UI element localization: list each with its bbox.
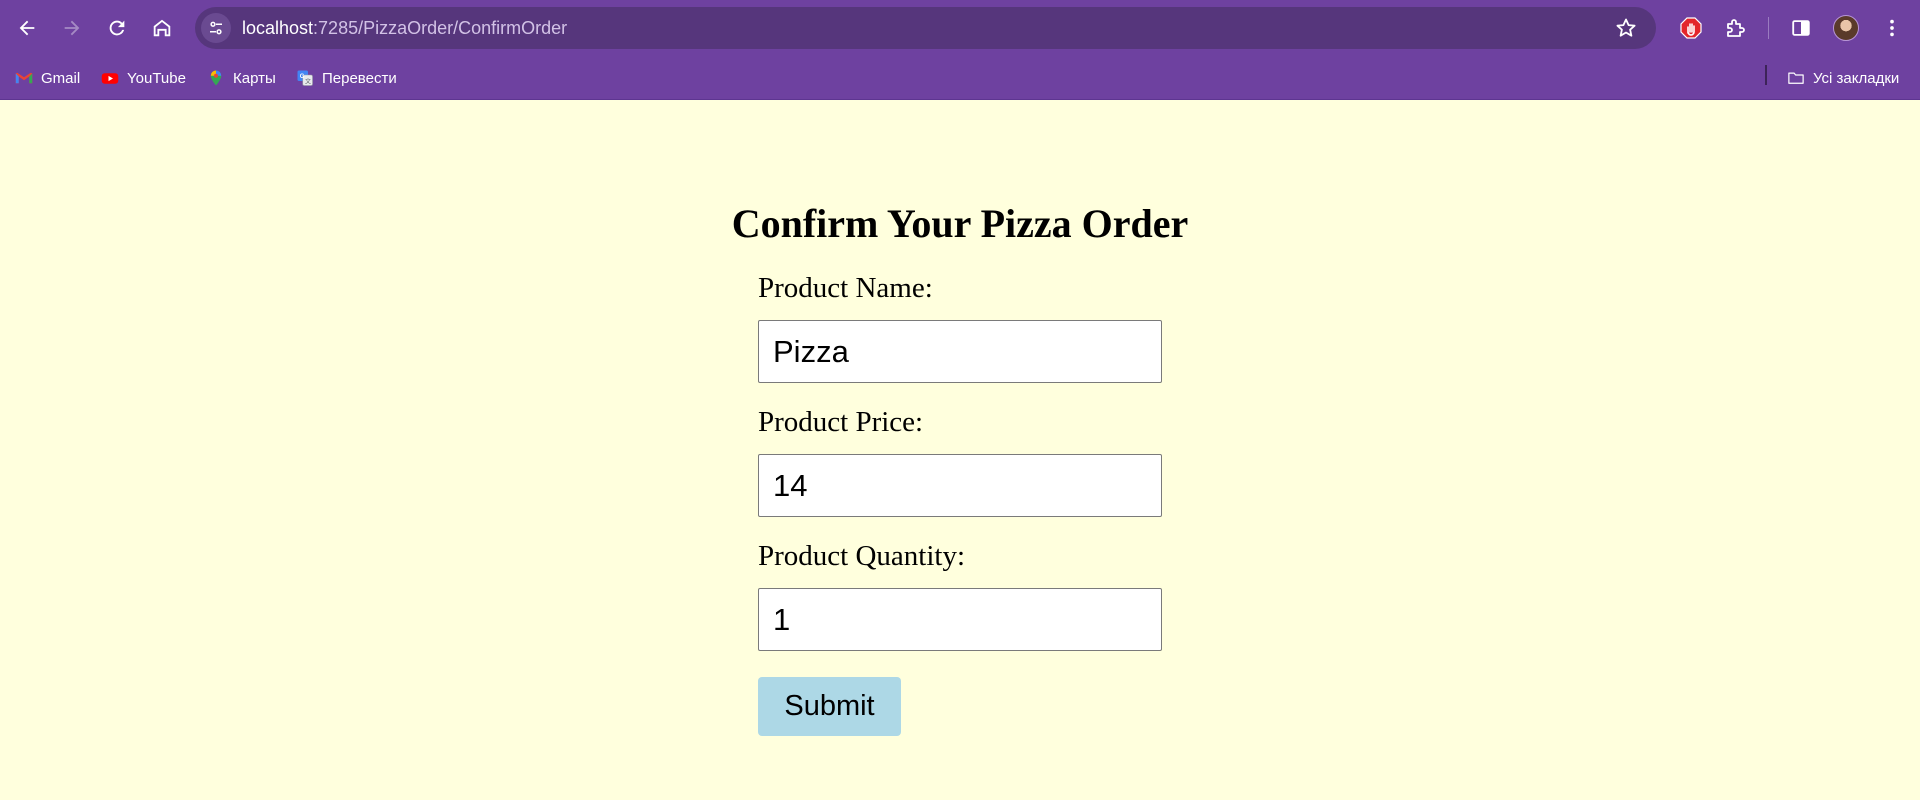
svg-text:G: G <box>300 74 305 80</box>
product-name-label: Product Name: <box>758 272 933 304</box>
home-icon <box>153 19 171 37</box>
url-text[interactable]: localhost:7285/PizzaOrder/ConfirmOrder <box>242 7 567 49</box>
back-button[interactable] <box>11 12 43 44</box>
address-bar[interactable]: localhost:7285/PizzaOrder/ConfirmOrder <box>195 7 1656 49</box>
bookmark-gmail[interactable]: Gmail <box>15 56 80 100</box>
bookmark-translate[interactable]: G 文 Перевести <box>296 56 397 100</box>
page-content: Confirm Your Pizza Order Product Name: P… <box>0 100 1920 800</box>
bookmark-label: Карты <box>233 69 276 87</box>
bookmark-maps[interactable]: Карты <box>207 56 276 100</box>
browser-toolbar: localhost:7285/PizzaOrder/ConfirmOrder <box>0 0 1920 56</box>
tune-icon <box>210 21 222 35</box>
all-bookmarks-label: Усі закладки <box>1813 69 1900 87</box>
toolbar-separator <box>1768 17 1769 39</box>
bookmark-youtube[interactable]: YouTube <box>101 56 186 100</box>
adblock-extension-button[interactable] <box>1677 14 1705 42</box>
product-price-label: Product Price: <box>758 406 924 438</box>
reload-icon <box>109 20 125 36</box>
browser-menu-button[interactable] <box>1878 14 1906 42</box>
side-panel-icon <box>1792 20 1810 36</box>
translate-icon: G 文 <box>296 69 314 87</box>
product-quantity-label: Product Quantity: <box>758 540 966 572</box>
bookmarks-bar: Gmail YouTube Карты G 文 Перевести Усі за… <box>0 56 1920 100</box>
page-title: Confirm Your Pizza Order <box>731 201 1189 246</box>
youtube-icon <box>101 69 119 87</box>
hand-stop-icon <box>1680 17 1702 39</box>
bookmark-label: YouTube <box>127 69 186 87</box>
url-path: :7285/PizzaOrder/ConfirmOrder <box>313 18 568 38</box>
url-host: localhost <box>242 18 314 38</box>
arrow-left-icon <box>19 20 35 36</box>
maps-icon <box>207 69 225 87</box>
bookmark-label: Перевести <box>322 69 397 87</box>
submit-button[interactable]: Submit <box>758 677 901 736</box>
extensions-button[interactable] <box>1722 14 1750 42</box>
star-icon[interactable] <box>1614 16 1638 40</box>
forward-button[interactable] <box>56 12 88 44</box>
product-quantity-input[interactable] <box>758 588 1162 651</box>
puzzle-icon <box>1727 19 1745 37</box>
kebab-menu-icon <box>1890 19 1894 37</box>
bookmarks-separator <box>1765 65 1767 85</box>
bookmark-label: Gmail <box>41 69 81 87</box>
home-button[interactable] <box>146 12 178 44</box>
profile-avatar[interactable] <box>1833 15 1859 41</box>
arrow-right-icon <box>64 20 80 36</box>
gmail-icon <box>15 69 33 87</box>
site-info-button[interactable] <box>201 13 231 43</box>
product-price-input[interactable] <box>758 454 1162 517</box>
side-panel-button[interactable] <box>1787 14 1815 42</box>
reload-button[interactable] <box>101 12 133 44</box>
folder-icon <box>1787 69 1805 87</box>
all-bookmarks-button[interactable]: Усі закладки <box>1787 56 1899 100</box>
product-name-input[interactable] <box>758 320 1162 383</box>
